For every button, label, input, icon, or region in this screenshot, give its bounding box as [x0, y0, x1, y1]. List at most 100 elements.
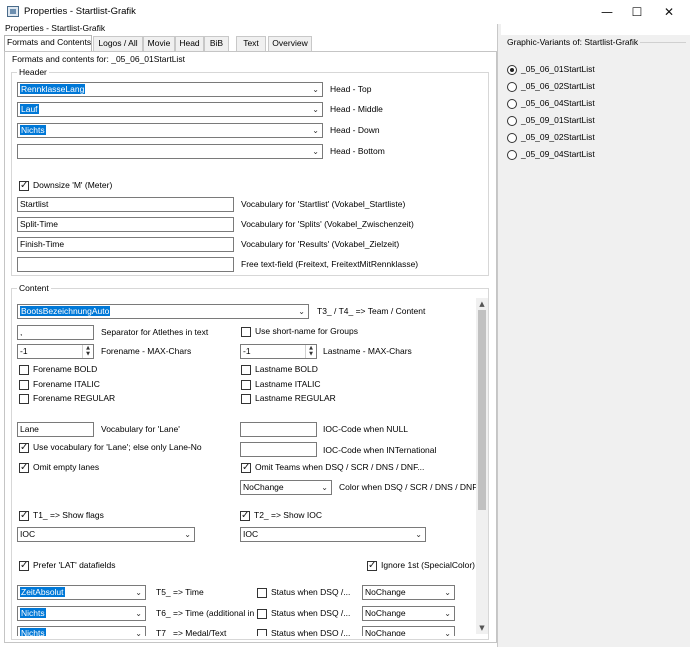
vocab-results-label: Vocabulary for 'Results' (Vokabel_Zielze… [241, 239, 400, 249]
tab-text[interactable]: Text [236, 36, 266, 51]
omit-empty-lanes-checkbox[interactable] [19, 461, 29, 475]
omit-empty-lanes-label: Omit empty lanes [33, 462, 100, 472]
variant-label[interactable]: _05_06_01StartList [521, 64, 595, 74]
time-combo-3[interactable]: Nichts ⌄ [17, 626, 146, 636]
forename-italic-checkbox[interactable] [19, 380, 29, 390]
head-middle-combo[interactable]: Lauf ⌄ [17, 102, 323, 117]
status-checkbox-2[interactable] [257, 609, 267, 619]
time-combo-2-value: Nichts [20, 608, 46, 618]
time-combo-1-value: ZeitAbsolut [20, 587, 65, 597]
time-label-3: T7_ => Medal/Text [156, 628, 227, 636]
variant-radio[interactable] [507, 65, 517, 75]
lastname-regular-checkbox[interactable] [241, 394, 251, 404]
variant-label[interactable]: _05_09_02StartList [521, 132, 595, 142]
vocab-splits-input[interactable]: Split-Time [17, 217, 234, 232]
maximize-button[interactable]: ☐ [622, 0, 652, 24]
lastname-bold-checkbox[interactable] [241, 365, 251, 375]
tab-overview[interactable]: Overview [268, 36, 312, 51]
status-checkbox-1[interactable] [257, 588, 267, 598]
color-dsq-value: NoChange [243, 482, 284, 492]
status-combo-2[interactable]: NoChange ⌄ [362, 606, 455, 621]
lane-vocab-input[interactable]: Lane [17, 422, 94, 437]
prefer-lat-checkbox[interactable] [19, 559, 29, 573]
scroll-down-icon[interactable]: ▼ [476, 622, 488, 634]
ignore-first-checkbox[interactable] [367, 559, 377, 573]
separator-input[interactable]: , [17, 325, 94, 340]
forename-max-value: -1 [20, 346, 28, 356]
tab-bib[interactable]: BiB [204, 36, 229, 51]
forename-max-spinner[interactable]: -1 ▲ ▼ [17, 344, 94, 359]
status-combo-2-value: NoChange [365, 608, 406, 618]
color-dsq-combo[interactable]: NoChange ⌄ [240, 480, 332, 495]
tab-logos-all[interactable]: Logos / All [93, 36, 143, 51]
head-top-combo[interactable]: RennklasseLang ⌄ [17, 82, 323, 97]
header-group-title: Header [17, 67, 49, 77]
chevron-down-icon: ⌄ [135, 588, 142, 597]
variant-radio[interactable] [507, 133, 517, 143]
spin-arrows-icon[interactable]: ▲ ▼ [82, 345, 93, 358]
show-flags-label: T1_ => Show flags [33, 510, 104, 520]
chevron-down-icon: ⌄ [312, 126, 319, 135]
tab-movie[interactable]: Movie [143, 36, 175, 51]
ioc-combo[interactable]: IOC ⌄ [240, 527, 426, 542]
head-middle-label: Head - Middle [330, 104, 383, 114]
status-combo-3[interactable]: NoChange ⌄ [362, 626, 455, 636]
head-down-value: Nichts [20, 125, 46, 135]
status-checkbox-3[interactable] [257, 629, 267, 636]
lane-vocab-label: Vocabulary for 'Lane' [101, 424, 180, 434]
variant-label[interactable]: _05_06_04StartList [521, 98, 595, 108]
head-down-combo[interactable]: Nichts ⌄ [17, 123, 323, 138]
downsize-checkbox[interactable] [19, 179, 29, 193]
shortname-checkbox[interactable] [241, 327, 251, 337]
chevron-down-icon: ⌄ [312, 85, 319, 94]
variant-radio[interactable] [507, 82, 517, 92]
forename-regular-checkbox[interactable] [19, 394, 29, 404]
chevron-down-icon: ⌄ [415, 530, 422, 539]
prefer-lat-label: Prefer 'LAT' datafields [33, 560, 116, 570]
use-vocab-lane-checkbox[interactable] [19, 441, 29, 455]
separator-label: Separator for Atlethes in text [101, 327, 209, 337]
show-flags-checkbox[interactable] [19, 509, 29, 523]
free-text-input[interactable] [17, 257, 234, 272]
tab-head[interactable]: Head [175, 36, 204, 51]
variant-radio[interactable] [507, 116, 517, 126]
chevron-down-icon: ⌄ [184, 530, 191, 539]
chevron-down-icon: ⌄ [135, 629, 142, 636]
content-scrollbar[interactable]: ▲ ▼ [476, 298, 488, 634]
chevron-down-icon: ⌄ [444, 629, 451, 636]
variant-label[interactable]: _05_09_01StartList [521, 115, 595, 125]
lastname-max-spinner[interactable]: -1 ▲ ▼ [240, 344, 317, 359]
forename-bold-checkbox[interactable] [19, 365, 29, 375]
variant-label[interactable]: _05_06_02StartList [521, 81, 595, 91]
close-button[interactable]: ✕ [654, 0, 684, 24]
tab-formats-and-contents[interactable]: Formats and Contents [4, 35, 92, 51]
head-bottom-combo[interactable]: ⌄ [17, 144, 323, 159]
formats-for-label: Formats and contents for: _05_06_01Start… [12, 54, 185, 64]
show-ioc-checkbox[interactable] [240, 509, 250, 523]
vocab-results-input[interactable]: Finish-Time [17, 237, 234, 252]
minimize-button[interactable]: — [592, 0, 622, 24]
variant-radio[interactable] [507, 99, 517, 109]
time-combo-1[interactable]: ZeitAbsolut ⌄ [17, 585, 146, 600]
head-bottom-label: Head - Bottom [330, 146, 385, 156]
time-combo-2[interactable]: Nichts ⌄ [17, 606, 146, 621]
scroll-up-icon[interactable]: ▲ [476, 298, 488, 310]
omit-teams-checkbox[interactable] [241, 461, 251, 475]
vocab-startlist-label: Vocabulary for 'Startlist' (Vokabel_Star… [241, 199, 406, 209]
lastname-italic-checkbox[interactable] [241, 380, 251, 390]
ioc-intl-input[interactable] [240, 442, 317, 457]
vocab-startlist-input[interactable]: Startlist [17, 197, 234, 212]
ioc-value: IOC [243, 529, 259, 539]
spin-arrows-icon[interactable]: ▲ ▼ [305, 345, 316, 358]
omit-teams-label: Omit Teams when DSQ / SCR / DNS / DNF... [255, 462, 425, 472]
scrollbar-thumb[interactable] [478, 310, 486, 510]
variant-label[interactable]: _05_09_04StartList [521, 149, 595, 159]
chevron-down-icon: ⌄ [321, 483, 328, 492]
ioc-null-input[interactable] [240, 422, 317, 437]
downsize-label: Downsize 'M' (Meter) [33, 180, 113, 190]
team-content-combo[interactable]: BootsBezeichnungAuto ⌄ [17, 304, 309, 319]
flags-combo[interactable]: IOC ⌄ [17, 527, 195, 542]
variant-radio[interactable] [507, 150, 517, 160]
menu-label: Properties - Startlist-Grafik [5, 23, 106, 33]
status-combo-1[interactable]: NoChange ⌄ [362, 585, 455, 600]
